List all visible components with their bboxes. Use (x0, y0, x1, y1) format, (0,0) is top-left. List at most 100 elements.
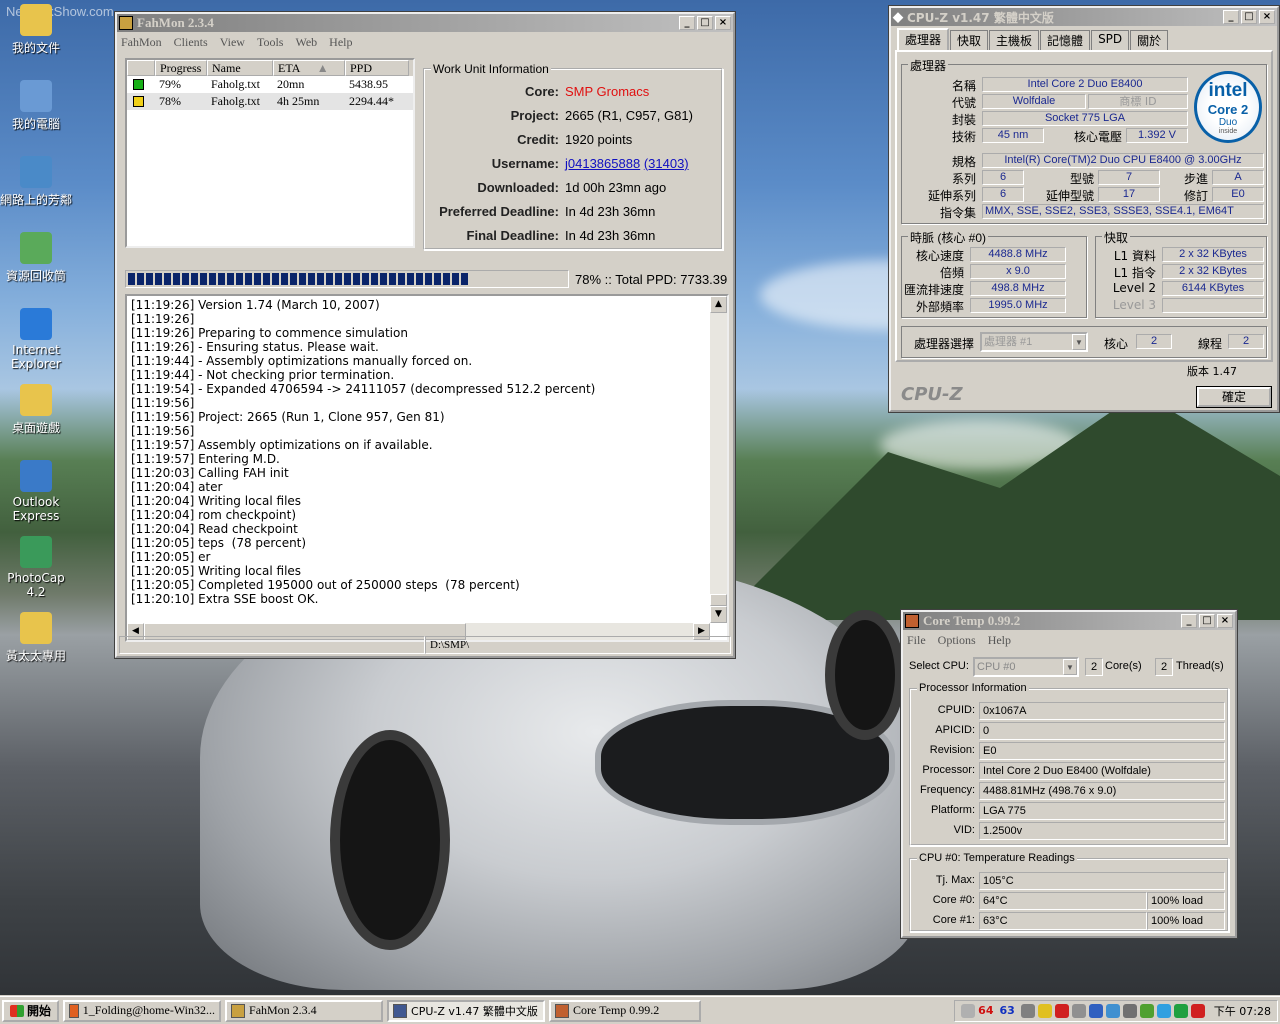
desktop-icon[interactable]: 黃太太專用 (0, 612, 72, 664)
menu-help[interactable]: Help (988, 633, 1011, 648)
messenger-icon[interactable] (1156, 1003, 1171, 1018)
tray-temp-core0[interactable]: 64 (978, 1004, 993, 1017)
final-deadline-value: In 4d 23h 36mn (565, 228, 656, 243)
menu-options[interactable]: Options (938, 633, 976, 648)
progress-segment (452, 273, 459, 285)
tab-about[interactable]: 關於 (1130, 30, 1169, 51)
desktop-icon[interactable]: 我的文件 (0, 4, 72, 56)
name-column-header[interactable]: Name (207, 60, 273, 76)
status-column-header[interactable] (127, 60, 155, 76)
clock[interactable]: 下午 07:28 (1214, 1003, 1271, 1019)
coretemp-titlebar[interactable]: Core Temp 0.99.2 _ □ × (903, 612, 1235, 630)
photocap-icon (20, 536, 52, 568)
close-button[interactable]: × (715, 16, 731, 30)
shield-icon[interactable] (1037, 1003, 1052, 1018)
log-line: [11:20:04] ater (131, 480, 223, 494)
outlook-express-icon (20, 460, 52, 492)
network-icon[interactable] (1105, 1003, 1120, 1018)
tab-mainboard[interactable]: 主機板 (989, 30, 1040, 51)
taskbar-button-firefox[interactable]: 1_Folding@home-Win32... (63, 999, 222, 1022)
chat-icon[interactable] (1173, 1003, 1188, 1018)
fahmon-window[interactable]: FahMon 2.3.4 _ □ × FahMon Clients View T… (115, 12, 735, 658)
taskbar-button-coretemp[interactable]: Core Temp 0.99.2 (549, 999, 702, 1022)
username-link[interactable]: j0413865888 (565, 156, 640, 171)
menu-view[interactable]: View (220, 35, 245, 50)
final-deadline-row: Final Deadline: In 4d 23h 36mn (425, 228, 715, 243)
progress-segment (182, 273, 189, 285)
speaker-icon[interactable] (1122, 1003, 1137, 1018)
desktop-icon[interactable]: 資源回收筒 (0, 232, 72, 284)
client-row[interactable]: 79% Faholg.txt 20mn 5438.95 (127, 76, 413, 93)
project-label: Project: (510, 108, 559, 123)
close-button[interactable]: × (1259, 10, 1275, 24)
scroll-thumb[interactable] (710, 594, 727, 606)
vertical-scrollbar[interactable]: ▲ ▼ (710, 296, 727, 623)
client-ppd: 2294.44* (349, 94, 394, 108)
gear-icon[interactable] (1071, 1003, 1086, 1018)
coretemp-window[interactable]: Core Temp 0.99.2 _ □ × File Options Help… (901, 610, 1237, 938)
progress-column-header[interactable]: Progress (155, 60, 207, 76)
progress-segment (362, 273, 369, 285)
start-button[interactable]: 開始 (2, 999, 60, 1022)
platform-label: Platform: (930, 804, 975, 816)
minimize-button[interactable]: _ (1223, 10, 1239, 24)
desktop-icon[interactable]: 網路上的芳鄰 (0, 156, 72, 208)
desktop-icon[interactable]: 我的電腦 (0, 80, 72, 132)
cpuz-window[interactable]: ◆ CPU-Z v1.47 繁體中文版 _ □ × 處理器 快取 主機板 記憶體… (889, 6, 1279, 412)
minimize-button[interactable]: _ (1181, 614, 1197, 628)
ok-button[interactable]: 確定 (1197, 387, 1271, 407)
menu-help[interactable]: Help (329, 35, 352, 50)
tab-spd[interactable]: SPD (1091, 30, 1130, 51)
menu-clients[interactable]: Clients (174, 35, 208, 50)
nvidia-icon[interactable] (1139, 1003, 1154, 1018)
scroll-down-button[interactable]: ▼ (710, 606, 727, 623)
taskbar-button-fahmon[interactable]: FahMon 2.3.4 (225, 999, 384, 1022)
tab-processor[interactable]: 處理器 (897, 28, 950, 51)
flag-icon[interactable] (1190, 1003, 1205, 1018)
fahmon-titlebar[interactable]: FahMon 2.3.4 _ □ × (117, 14, 733, 32)
status-bar: D:\SMP\ (119, 636, 731, 654)
client-list[interactable]: Progress Name ETA ▲ PPD 79% Faholg.txt 2… (125, 58, 415, 248)
menu-web[interactable]: Web (295, 35, 317, 50)
cpuz-titlebar[interactable]: ◆ CPU-Z v1.47 繁體中文版 _ □ × (891, 8, 1277, 26)
cpu-select[interactable]: CPU #0 ▼ (973, 657, 1079, 677)
menu-tools[interactable]: Tools (257, 35, 284, 50)
desktop-icon[interactable]: PhotoCap 4.2 (0, 536, 72, 599)
scroll-up-button[interactable]: ▲ (710, 296, 727, 313)
desktop-icon-label: PhotoCap 4.2 (7, 571, 65, 599)
log-output[interactable]: [11:19:26] Version 1.74 (March 10, 2007)… (125, 294, 729, 642)
preferred-deadline-row: Preferred Deadline: In 4d 23h 36mn (425, 204, 715, 219)
desktop-icon[interactable]: Internet Explorer (0, 308, 72, 371)
close-button[interactable]: × (1217, 614, 1233, 628)
name-value: Intel Core 2 Duo E8400 (982, 77, 1188, 92)
tray-keyboard-icon[interactable] (961, 1003, 976, 1018)
tab-memory[interactable]: 記憶體 (1040, 30, 1091, 51)
minimize-button[interactable]: _ (679, 16, 695, 30)
progress-segment (164, 273, 171, 285)
client-row[interactable]: 78% Faholg.txt 4h 25mn 2294.44* (127, 93, 413, 110)
chevron-down-icon[interactable]: ▼ (1072, 334, 1086, 350)
processor-select[interactable]: 處理器 #1 ▼ (980, 332, 1088, 352)
team-link[interactable]: (31403) (644, 156, 689, 171)
refresh-icon[interactable] (1088, 1003, 1103, 1018)
cpuz-icon (393, 1003, 408, 1018)
taskbar-button-cpuz[interactable]: CPU-Z v1.47 繁體中文版 (387, 999, 546, 1022)
desktop-icon[interactable]: Outlook Express (0, 460, 72, 523)
eta-column-header[interactable]: ETA ▲ (273, 60, 345, 76)
maximize-button[interactable]: □ (697, 16, 713, 30)
maximize-button[interactable]: □ (1199, 614, 1215, 628)
log-line: [11:19:44] - Not checking prior terminat… (131, 368, 395, 382)
maximize-button[interactable]: □ (1241, 10, 1257, 24)
desktop-icon[interactable]: 桌面遊戲 (0, 384, 72, 436)
antivirus-icon[interactable] (1054, 1003, 1069, 1018)
cores-label: Core(s) (1105, 660, 1142, 672)
chevron-down-icon[interactable]: ▼ (1063, 659, 1077, 675)
tab-cache[interactable]: 快取 (950, 30, 989, 51)
menu-fahmon[interactable]: FahMon (121, 35, 162, 50)
ppd-column-header[interactable]: PPD (345, 60, 409, 76)
menu-file[interactable]: File (907, 633, 926, 648)
processor-info-group: Processor Information CPUID: 0x1067A API… (909, 682, 1229, 846)
tray-temp-core1[interactable]: 63 (999, 1004, 1014, 1017)
keyboard-icon[interactable] (1020, 1003, 1035, 1018)
progress-segment (173, 273, 180, 285)
